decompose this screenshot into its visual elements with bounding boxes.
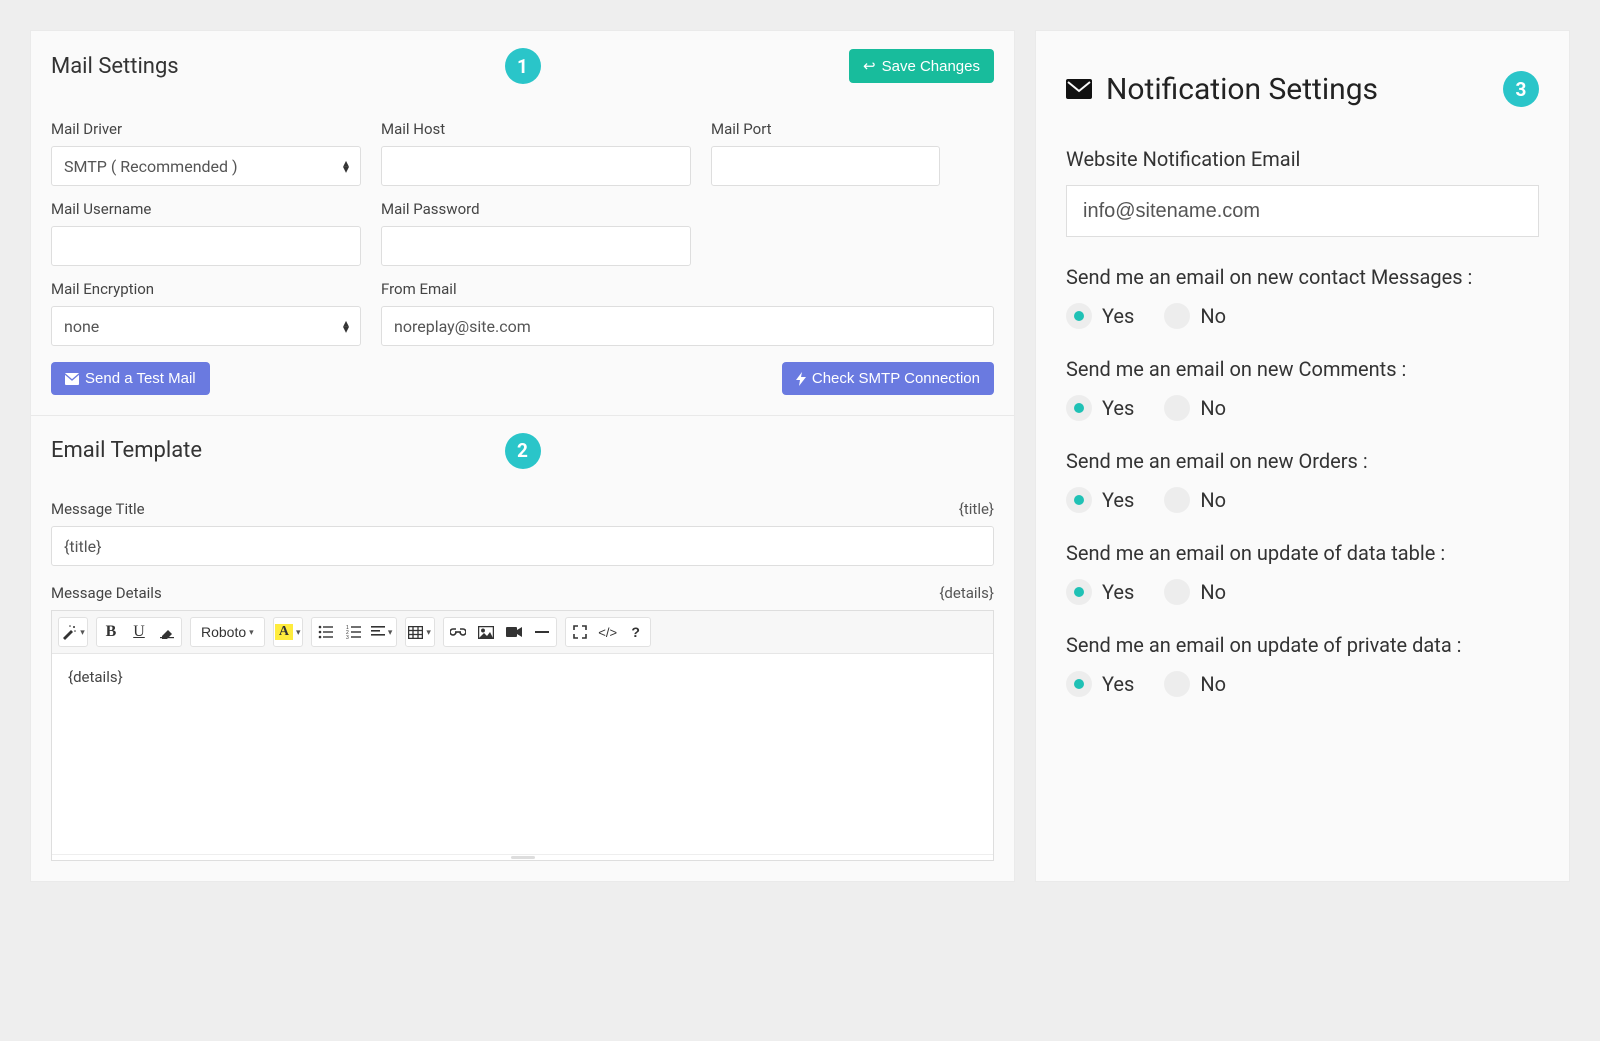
radio-icon [1164,487,1190,513]
question-comments: Send me an email on new Comments : [1066,357,1539,381]
radio-icon [1066,487,1092,513]
svg-text:3: 3 [346,635,349,639]
resize-handle-icon[interactable] [52,854,993,860]
mail-encryption-select[interactable]: none [51,306,361,346]
radio-icon [1164,671,1190,697]
notification-email-label: Website Notification Email [1066,147,1539,171]
mail-settings-header: Mail Settings 1 ↩ Save Changes [31,31,1014,101]
code-view-icon[interactable]: </> [594,618,622,646]
radio-icon [1066,579,1092,605]
save-changes-label: Save Changes [882,58,980,75]
message-details-label: Message Details [51,584,162,602]
chevron-down-icon: ▾ [426,627,431,638]
radio-comments-yes[interactable]: Yes [1066,395,1134,421]
radio-private-yes[interactable]: Yes [1066,671,1134,697]
radio-icon [1066,303,1092,329]
radio-orders-no[interactable]: No [1164,487,1226,513]
paragraph-align-icon[interactable]: ▾ [368,618,396,646]
send-test-mail-button[interactable]: Send a Test Mail [51,362,210,395]
radio-private-no[interactable]: No [1164,671,1226,697]
radio-comments-no[interactable]: No [1164,395,1226,421]
notification-settings-panel: Notification Settings 3 Website Notifica… [1035,30,1570,882]
radio-icon [1164,395,1190,421]
unordered-list-icon[interactable] [312,618,340,646]
mail-settings-panel: Mail Settings 1 ↩ Save Changes Mail Driv… [30,30,1015,882]
from-email-input[interactable] [381,306,994,346]
chevron-down-icon: ▾ [249,627,254,638]
help-icon[interactable]: ? [622,618,650,646]
message-details-editor[interactable]: {details} [52,654,993,854]
mail-driver-label: Mail Driver [51,120,361,138]
radio-orders-yes[interactable]: Yes [1066,487,1134,513]
message-details-hint: {details} [939,584,994,602]
radio-icon [1164,579,1190,605]
mail-username-input[interactable] [51,226,361,266]
table-icon[interactable]: ▾ [406,618,434,646]
radio-icon [1066,395,1092,421]
font-family-select[interactable]: Roboto ▾ [191,618,264,646]
image-icon[interactable] [472,618,500,646]
check-smtp-label: Check SMTP Connection [812,370,980,387]
link-icon[interactable] [444,618,472,646]
email-template-title: Email Template [51,438,202,463]
radio-icon [1164,303,1190,329]
return-icon: ↩ [863,57,876,75]
bolt-icon [796,372,806,386]
from-email-label: From Email [381,280,994,298]
mail-driver-select[interactable]: SMTP ( Recommended ) [51,146,361,186]
mail-username-label: Mail Username [51,200,361,218]
radio-datatable-no[interactable]: No [1164,579,1226,605]
mail-port-label: Mail Port [711,120,940,138]
question-contact: Send me an email on new contact Messages… [1066,265,1539,289]
text-color-icon[interactable]: A▾ [274,618,302,646]
question-data-table: Send me an email on update of data table… [1066,541,1539,565]
radio-icon [1066,671,1092,697]
question-private-data: Send me an email on update of private da… [1066,633,1539,657]
editor-toolbar: ▾ B U Roboto [52,611,993,654]
mail-port-input[interactable] [711,146,940,186]
video-icon[interactable] [500,618,528,646]
envelope-icon [1066,79,1092,99]
eraser-icon[interactable] [153,618,181,646]
chevron-down-icon: ▾ [296,627,301,638]
mail-password-input[interactable] [381,226,691,266]
fullscreen-icon[interactable] [566,618,594,646]
chevron-down-icon: ▾ [388,627,393,638]
ordered-list-icon[interactable]: 123 [340,618,368,646]
save-changes-button[interactable]: ↩ Save Changes [849,49,994,83]
mail-settings-title: Mail Settings [51,54,179,79]
notification-email-input[interactable] [1066,185,1539,237]
section-badge-2: 2 [505,433,541,469]
magic-icon[interactable]: ▾ [59,618,87,646]
send-test-mail-label: Send a Test Mail [85,370,196,387]
rich-text-editor: ▾ B U Roboto [51,610,994,861]
radio-contact-yes[interactable]: Yes [1066,303,1134,329]
message-title-hint: {title} [959,500,994,518]
notification-settings-title: Notification Settings [1106,72,1489,107]
question-orders: Send me an email on new Orders : [1066,449,1539,473]
underline-icon[interactable]: U [125,618,153,646]
radio-contact-no[interactable]: No [1164,303,1226,329]
mail-encryption-label: Mail Encryption [51,280,361,298]
horizontal-rule-icon[interactable] [528,618,556,646]
email-template-header: Email Template 2 [31,416,1014,481]
bold-icon[interactable]: B [97,618,125,646]
section-badge-3: 3 [1503,71,1539,107]
section-badge-1: 1 [505,48,541,84]
message-title-input[interactable] [51,526,994,566]
radio-datatable-yes[interactable]: Yes [1066,579,1134,605]
chevron-down-icon: ▾ [80,627,85,638]
check-smtp-button[interactable]: Check SMTP Connection [782,362,994,395]
mail-host-input[interactable] [381,146,691,186]
mail-host-label: Mail Host [381,120,691,138]
mail-password-label: Mail Password [381,200,691,218]
message-title-label: Message Title [51,500,145,518]
envelope-icon [65,373,79,385]
